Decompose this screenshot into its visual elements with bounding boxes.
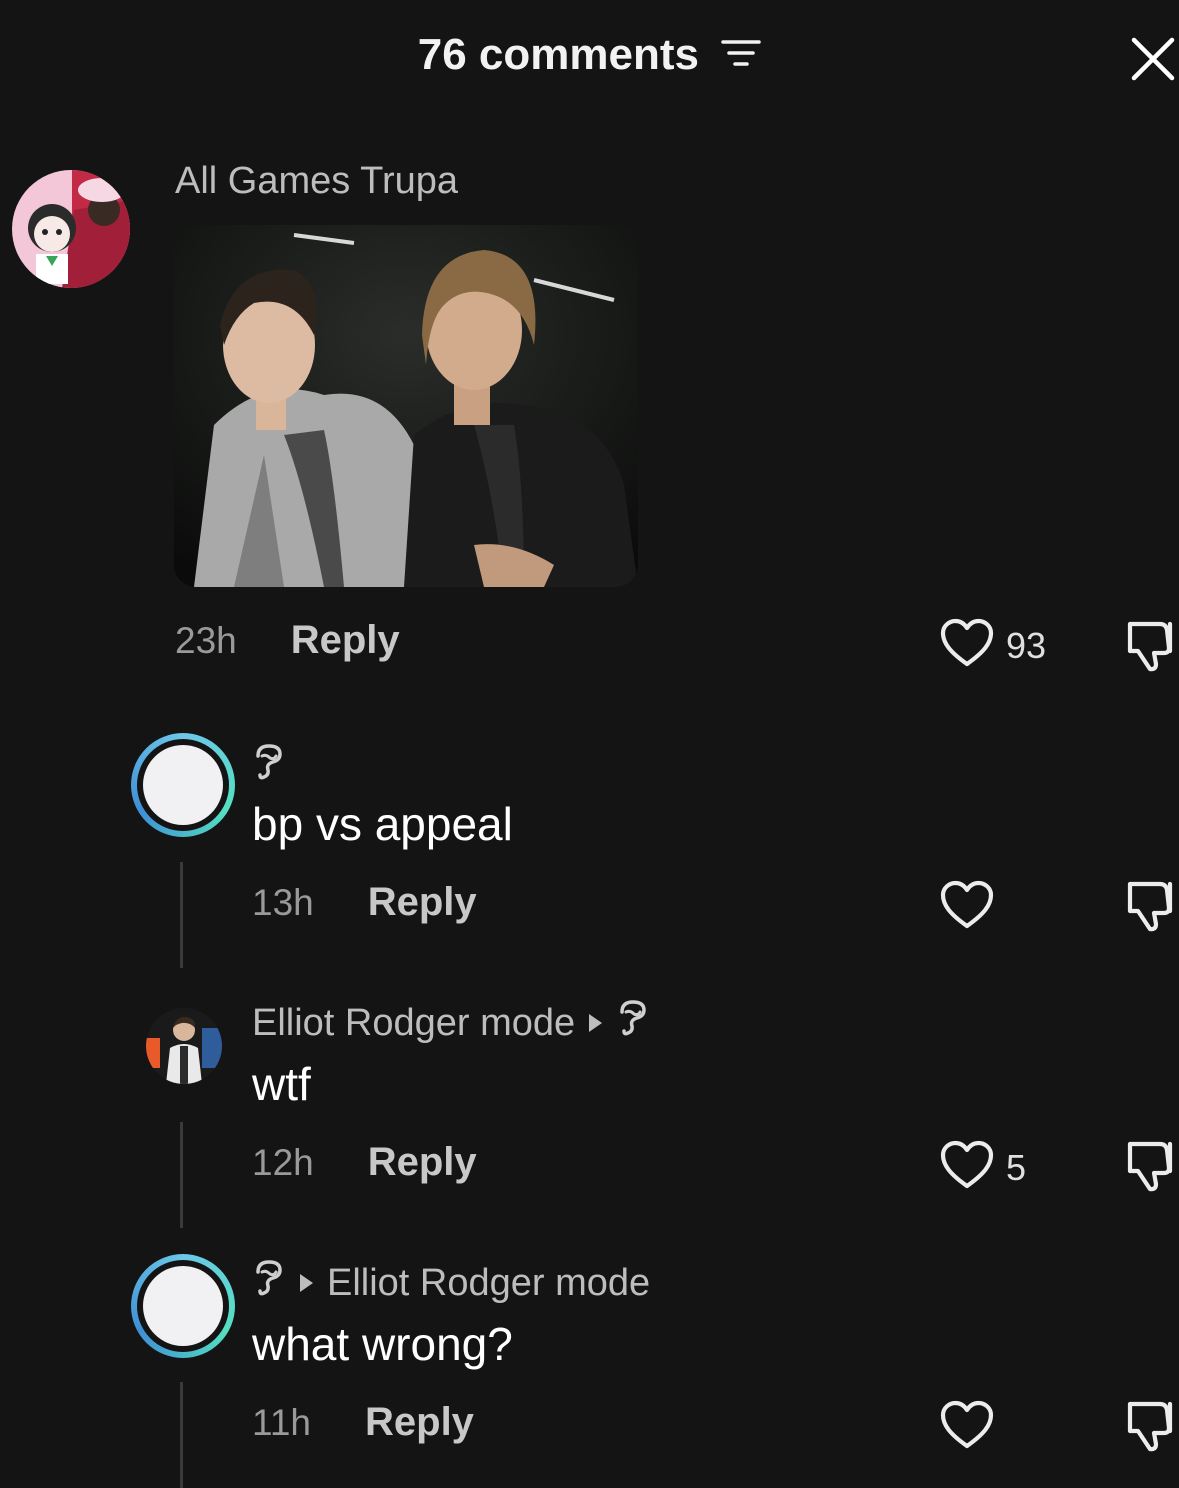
heart-icon bbox=[940, 1400, 994, 1455]
comment-username[interactable]: Elliot Rodger mode bbox=[252, 998, 650, 1048]
avatar[interactable] bbox=[12, 170, 130, 288]
reply-button[interactable]: Reply bbox=[365, 1400, 474, 1445]
caret-right-icon bbox=[589, 1014, 603, 1032]
like-button[interactable] bbox=[940, 880, 1006, 935]
squiggle-emoji-icon bbox=[252, 742, 286, 792]
caret-right-icon bbox=[300, 1274, 313, 1292]
squiggle-emoji-icon bbox=[252, 1258, 286, 1308]
reply-button[interactable]: Reply bbox=[291, 618, 400, 663]
heart-icon bbox=[940, 618, 994, 673]
sort-icon[interactable] bbox=[721, 29, 761, 79]
comment-time: 13h bbox=[252, 881, 314, 923]
comments-header: 76 comments bbox=[0, 30, 1179, 80]
comments-sheet: 76 comments All Games Trupa 23h Reply 93… bbox=[0, 0, 1179, 1488]
thread-line bbox=[180, 1382, 183, 1488]
comment-username[interactable]: Elliot Rodger mode bbox=[252, 1258, 650, 1308]
comment-meta: 23h Reply bbox=[175, 618, 400, 663]
comment-photo[interactable] bbox=[174, 225, 638, 587]
avatar[interactable] bbox=[146, 1008, 222, 1084]
like-count: 93 bbox=[1006, 624, 1047, 666]
like-button[interactable]: 93 bbox=[940, 618, 1046, 673]
comment-username[interactable] bbox=[252, 742, 286, 792]
reply-button[interactable]: Reply bbox=[368, 880, 477, 925]
comment-time: 23h bbox=[175, 619, 237, 661]
reply-to-username[interactable]: Elliot Rodger mode bbox=[327, 1262, 650, 1305]
dislike-icon[interactable] bbox=[1126, 618, 1179, 677]
comment-meta: 11h Reply bbox=[252, 1400, 474, 1445]
like-button[interactable] bbox=[940, 1400, 1006, 1455]
like-button[interactable]: 5 bbox=[940, 1140, 1026, 1195]
squiggle-emoji-icon bbox=[616, 998, 650, 1048]
comment-time: 12h bbox=[252, 1141, 314, 1183]
heart-icon bbox=[940, 880, 994, 935]
comment-text: what wrong? bbox=[252, 1318, 513, 1370]
dislike-icon[interactable] bbox=[1126, 1398, 1179, 1457]
comment-meta: 12h Reply bbox=[252, 1140, 477, 1185]
dislike-icon[interactable] bbox=[1126, 1138, 1179, 1197]
comment-time: 11h bbox=[252, 1401, 311, 1443]
thread-line bbox=[180, 1122, 183, 1228]
like-count: 5 bbox=[1006, 1146, 1027, 1188]
avatar[interactable] bbox=[131, 733, 235, 837]
comment-username[interactable]: All Games Trupa bbox=[175, 160, 458, 203]
reply-button[interactable]: Reply bbox=[368, 1140, 477, 1185]
comment-meta: 13h Reply bbox=[252, 880, 477, 925]
thread-line bbox=[180, 862, 183, 968]
heart-icon bbox=[940, 1140, 994, 1195]
dislike-icon[interactable] bbox=[1126, 878, 1179, 937]
comment-text: bp vs appeal bbox=[252, 798, 513, 850]
avatar[interactable] bbox=[131, 1254, 235, 1358]
close-icon[interactable] bbox=[1130, 36, 1176, 82]
comment-text: wtf bbox=[252, 1058, 311, 1110]
comments-count-title: 76 comments bbox=[417, 30, 699, 79]
